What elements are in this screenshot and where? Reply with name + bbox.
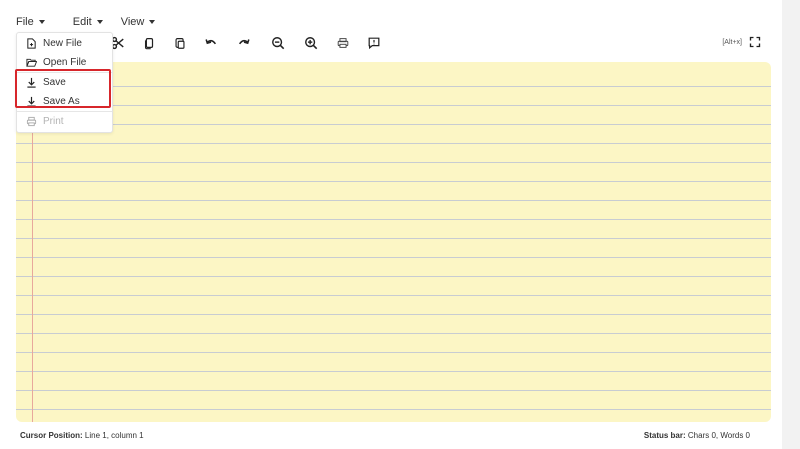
page-gutter — [782, 0, 800, 449]
comment-icon — [368, 37, 380, 50]
download-icon — [26, 96, 37, 107]
redo-icon — [238, 39, 250, 45]
menu-item-label: Open File — [43, 57, 87, 68]
download-icon — [26, 77, 37, 88]
menu-item-print: Print — [17, 112, 112, 131]
printer-icon — [26, 116, 37, 127]
editor-textarea[interactable] — [38, 66, 765, 418]
status-value: Chars 0, Words 0 — [685, 431, 750, 440]
cursor-position-value: Line 1, column 1 — [82, 431, 144, 440]
status-label: Status bar: — [643, 431, 686, 440]
fullscreen-icon — [749, 36, 761, 48]
menu-view-label: View — [120, 16, 145, 28]
zoom-out-button[interactable] — [268, 33, 288, 53]
menu-item-new-file[interactable]: New File — [17, 34, 112, 53]
fullscreen-button[interactable] — [748, 35, 762, 49]
notepad-app: File Edit View [Alt+x] New File Open Fil… — [0, 0, 782, 449]
file-menu-dropdown: New File Open File Save Save As Print — [16, 32, 113, 133]
zoom-in-icon — [305, 37, 318, 50]
menu-item-label: Save — [43, 77, 66, 88]
zoom-in-button[interactable] — [301, 33, 321, 53]
cursor-position: Cursor Position: Line 1, column 1 — [20, 431, 144, 443]
status-counts: Status bar: Chars 0, Words 0 — [644, 431, 750, 443]
menu-view[interactable]: View — [121, 14, 156, 30]
menu-item-label: New File — [43, 38, 82, 49]
notepad-paper — [16, 62, 771, 422]
menu-item-open-file[interactable]: Open File — [17, 53, 112, 72]
toolbar — [108, 33, 384, 53]
status-bar: Cursor Position: Line 1, column 1 Status… — [20, 431, 750, 443]
copy-icon — [144, 38, 154, 50]
menu-item-label: Print — [43, 116, 64, 127]
cursor-position-label: Cursor Position: — [20, 431, 83, 440]
toolbar-right: [Alt+x] — [722, 35, 762, 49]
copy-button[interactable] — [139, 33, 159, 53]
comment-button[interactable] — [364, 33, 384, 53]
menu-item-save[interactable]: Save — [17, 73, 112, 92]
print-icon — [337, 38, 349, 48]
chevron-down-icon — [149, 20, 156, 24]
menu-edit-label: Edit — [72, 16, 92, 28]
cut-icon — [111, 36, 124, 50]
paste-icon — [175, 38, 185, 49]
shortcut-hint: [Alt+x] — [722, 38, 742, 46]
menu-file[interactable]: File — [16, 14, 45, 30]
redo-button[interactable] — [234, 33, 254, 53]
folder-open-icon — [26, 57, 37, 68]
undo-icon — [205, 39, 217, 45]
menu-item-save-as[interactable]: Save As — [17, 92, 112, 111]
chevron-down-icon — [38, 20, 45, 24]
file-plus-icon — [26, 38, 37, 49]
menu-file-label: File — [16, 16, 34, 28]
paste-button[interactable] — [170, 33, 190, 53]
menu-item-label: Save As — [43, 96, 80, 107]
zoom-out-icon — [272, 37, 285, 50]
menu-edit[interactable]: Edit — [73, 14, 103, 30]
undo-button[interactable] — [201, 33, 221, 53]
menu-bar: File Edit View — [16, 14, 171, 30]
print-button[interactable] — [333, 33, 353, 53]
chevron-down-icon — [96, 20, 103, 24]
